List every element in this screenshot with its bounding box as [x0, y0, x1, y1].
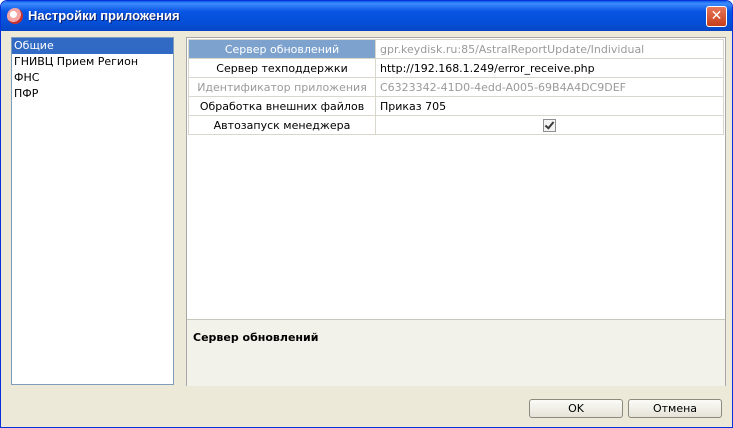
window-title: Настройки приложения — [28, 8, 180, 23]
property-value-field[interactable]: gpr.keydisk.ru:85/AstralReportUpdate/Ind… — [375, 39, 724, 59]
description-title: Сервер обновлений — [193, 331, 319, 344]
property-grid: Сервер обновлений gpr.keydisk.ru:85/Astr… — [186, 37, 726, 386]
property-value-field[interactable]: Приказ 705 — [375, 96, 724, 116]
ok-button[interactable]: OK — [529, 399, 623, 418]
properties-table: Сервер обновлений gpr.keydisk.ru:85/Astr… — [188, 39, 724, 135]
category-item-pfr[interactable]: ПФР — [12, 86, 173, 102]
property-name: Автозапуск менеджера — [188, 115, 376, 135]
autostart-checkbox[interactable] — [543, 118, 556, 132]
settings-window: Настройки приложения ✕ Общие ГНИВЦ Прием… — [0, 0, 733, 428]
property-value-field[interactable]: http://192.168.1.249/error_receive.php — [375, 58, 724, 78]
cancel-button[interactable]: Отмена — [628, 399, 722, 418]
property-value-cell — [375, 115, 724, 135]
property-name: Обработка внешних файлов — [188, 96, 376, 116]
client-area: Общие ГНИВЦ Прием Регион ФНС ПФР Сервер … — [4, 31, 729, 425]
property-row-app-id: Идентификатор приложения C6323342-41D0-4… — [188, 77, 724, 97]
description-panel: Сервер обновлений — [187, 319, 725, 386]
property-name: Сервер техподдержки — [188, 58, 376, 78]
property-row-autostart[interactable]: Автозапуск менеджера — [188, 115, 724, 135]
title-bar[interactable]: Настройки приложения ✕ — [1, 1, 732, 31]
category-list: Общие ГНИВЦ Прием Регион ФНС ПФР — [11, 37, 174, 385]
property-row-update-server[interactable]: Сервер обновлений gpr.keydisk.ru:85/Astr… — [188, 39, 724, 59]
close-button[interactable]: ✕ — [706, 6, 727, 27]
property-name: Идентификатор приложения — [188, 77, 376, 97]
category-item-fns[interactable]: ФНС — [12, 70, 173, 86]
property-row-support-server[interactable]: Сервер техподдержки http://192.168.1.249… — [188, 58, 724, 78]
property-value-readonly: C6323342-41D0-4edd-A005-69B4A4DC9DEF — [375, 77, 724, 97]
property-name: Сервер обновлений — [188, 39, 376, 59]
category-item-general[interactable]: Общие — [12, 38, 173, 54]
property-row-external-files[interactable]: Обработка внешних файлов Приказ 705 — [188, 96, 724, 116]
app-icon — [7, 8, 23, 24]
category-item-gnivc[interactable]: ГНИВЦ Прием Регион — [12, 54, 173, 70]
